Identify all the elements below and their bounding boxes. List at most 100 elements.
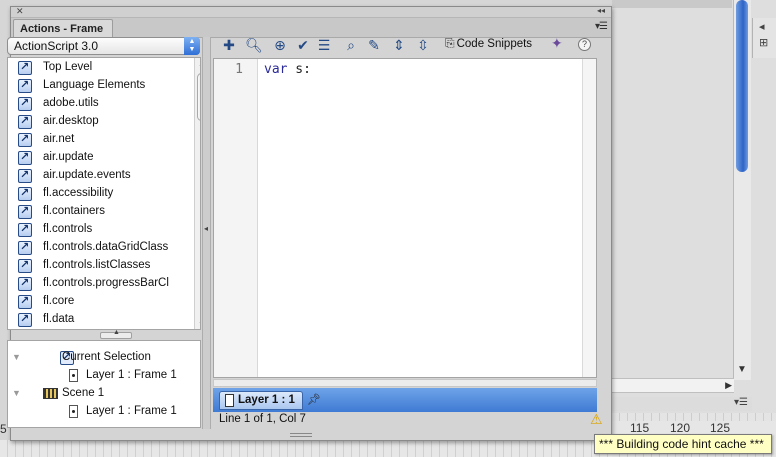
toolbox-item[interactable]: air.update <box>8 149 188 167</box>
panel-title-strip[interactable]: ✕ ◂◂ <box>11 6 611 18</box>
find-icon[interactable]: 🔍︎ <box>244 35 264 55</box>
toolbox-item[interactable]: fl.controls.dataGridClass <box>8 239 188 257</box>
package-icon <box>18 294 32 309</box>
toolbox-item-label: Top Level <box>43 61 93 73</box>
code-line[interactable]: var s: <box>264 62 311 77</box>
tab-actions-frame[interactable]: Actions - Frame <box>13 19 113 38</box>
toolbox-item-label: Language Elements <box>43 79 146 91</box>
nav-scene-frame[interactable]: Layer 1 : Frame 1 <box>8 403 198 421</box>
script-tab-bar: Layer 1 : 1 📌︎ <box>213 388 597 412</box>
toolbox-item-label: fl.containers <box>43 205 106 217</box>
nav-scene[interactable]: ▼ Scene 1 <box>8 385 198 403</box>
toolbox-item[interactable]: air.desktop <box>8 113 188 131</box>
nav-label: Scene 1 <box>62 387 105 399</box>
toolbox-item-label: fl.controls.dataGridClass <box>43 241 169 253</box>
dropdown-arrows-icon[interactable]: ▲ ▼ <box>184 37 200 55</box>
language-select[interactable]: ActionScript 3.0 ▲ ▼ <box>7 37 200 55</box>
nav-current-selection[interactable]: ▼ Current Selection <box>8 349 198 367</box>
scroll-up-icon[interactable]: ▲ <box>198 59 200 68</box>
target-path-icon[interactable]: ⊕ <box>270 35 290 55</box>
toolbox-item[interactable]: adobe.utils <box>8 95 188 113</box>
close-icon[interactable]: ✕ <box>16 6 24 17</box>
frame-script-icon <box>225 394 234 407</box>
pin-script-icon[interactable]: 📌︎ <box>307 393 321 406</box>
toolbox-item[interactable]: fl.controls.listClasses <box>8 257 188 275</box>
toolbox-item[interactable]: fl.controls.progressBarCl <box>8 275 188 293</box>
help-icon[interactable]: ? <box>578 38 591 51</box>
toolbox-item-label: air.update.events <box>43 169 131 181</box>
ruler-number-left: 5 <box>0 422 7 436</box>
timeline-menu-icon[interactable]: ▾☰ <box>734 397 748 408</box>
toolbox-item[interactable]: fl.core <box>8 293 188 311</box>
toolbox-item-label: fl.accessibility <box>43 187 114 199</box>
toolbox-item-label: fl.controls.progressBarCl <box>43 277 169 289</box>
scroll-down-icon[interactable]: ▼ <box>198 320 200 329</box>
package-icon <box>18 204 32 219</box>
nav-current-frame[interactable]: Layer 1 : Frame 1 <box>8 367 198 385</box>
nav-label: Layer 1 : Frame 1 <box>86 405 177 417</box>
horizontal-splitter-handle[interactable]: ▲ <box>100 329 132 339</box>
script-assist-wand-icon[interactable]: ✦ <box>551 35 563 52</box>
warning-icon[interactable]: ⚠ <box>590 411 603 428</box>
code-hint-icon[interactable]: ⌕ <box>341 35 361 55</box>
scene-icon <box>43 388 58 399</box>
collapse-between-braces-icon[interactable]: ⇕ <box>389 35 409 55</box>
editor-vertical-scrollbar[interactable] <box>582 59 596 377</box>
nav-label: Current Selection <box>62 351 151 363</box>
code-snippets-icon: ⎘ <box>445 36 455 50</box>
package-icon <box>18 150 32 165</box>
code-text: s: <box>287 62 311 77</box>
scroll-right-icon[interactable]: ▶ <box>725 380 732 391</box>
panel-menu-icon[interactable]: ▾☰ <box>595 21 608 32</box>
package-icon <box>18 240 32 255</box>
package-icon <box>18 312 32 327</box>
toolbox-item-label: adobe.utils <box>43 97 99 109</box>
package-icon <box>18 132 32 147</box>
collapse-left-icon[interactable]: ◂ <box>204 224 208 233</box>
collapse-icon[interactable]: ◂◂ <box>597 6 605 15</box>
disclosure-triangle-icon[interactable]: ▼ <box>12 352 21 362</box>
package-icon <box>18 60 32 75</box>
status-tooltip: *** Building code hint cache *** <box>594 434 772 454</box>
panel-resize-grip[interactable] <box>290 433 312 437</box>
nav-label: Layer 1 : Frame 1 <box>86 369 177 381</box>
ruler-number: 115 <box>630 421 650 435</box>
toolbox-item[interactable]: Top Level <box>8 59 188 77</box>
script-navigator: ▼ Current Selection Layer 1 : Frame 1 ▼ … <box>7 340 201 428</box>
toolbox-item[interactable]: air.net <box>8 131 188 149</box>
disclosure-triangle-icon[interactable]: ▼ <box>12 388 21 398</box>
package-icon <box>18 78 32 93</box>
script-editor[interactable]: 1 var s: <box>213 58 597 378</box>
auto-format-icon[interactable]: ☰ <box>314 35 334 55</box>
package-icon <box>18 168 32 183</box>
toolbox-item-label: fl.controls.listClasses <box>43 259 151 271</box>
stage-scroll-down-icon[interactable]: ▼ <box>737 364 747 375</box>
stage-vertical-scroll-thumb[interactable] <box>736 0 748 172</box>
stage-horizontal-scrollbar[interactable]: ▶ <box>612 378 734 393</box>
editor-horizontal-scrollbar[interactable] <box>213 379 597 387</box>
toolbox-item[interactable]: Language Elements <box>8 77 188 95</box>
toolbox-item[interactable]: fl.accessibility <box>8 185 188 203</box>
collapse-selection-icon[interactable]: ⇳ <box>413 35 433 55</box>
tools-collapse-icon[interactable]: ◂ <box>759 20 765 33</box>
toolbox-item[interactable]: fl.controls <box>8 221 188 239</box>
debug-options-icon[interactable]: ✎ <box>364 35 384 55</box>
package-icon <box>18 114 32 129</box>
package-icon <box>18 276 32 291</box>
vertical-splitter[interactable]: ◂ <box>202 37 211 429</box>
toolbox-item-label: air.net <box>43 133 75 145</box>
transform-tool-icon[interactable]: ⊞ <box>759 36 768 49</box>
package-icon <box>18 258 32 273</box>
toolbox-item[interactable]: fl.data <box>8 311 188 329</box>
code-snippets-label: Code Snippets <box>456 38 533 50</box>
check-syntax-icon[interactable]: ✔ <box>293 35 313 55</box>
toolbox-scrollbar[interactable]: ▲ ▼ <box>194 58 200 329</box>
add-item-icon[interactable]: ✚ <box>219 35 239 55</box>
actions-toolbar: ✚ 🔍︎ ⊕ ✔ ☰ ⌕ ✎ ⇕ ⇳ ⎘ Code Snippets ✦ ? <box>213 33 597 57</box>
package-icon <box>18 96 32 111</box>
toolbox-item[interactable]: air.update.events <box>8 167 188 185</box>
toolbox-scroll-thumb[interactable] <box>197 73 200 121</box>
toolbox-item[interactable]: fl.containers <box>8 203 188 221</box>
code-snippets-button[interactable]: ⎘ Code Snippets <box>445 36 532 54</box>
script-tab[interactable]: Layer 1 : 1 <box>219 391 303 410</box>
